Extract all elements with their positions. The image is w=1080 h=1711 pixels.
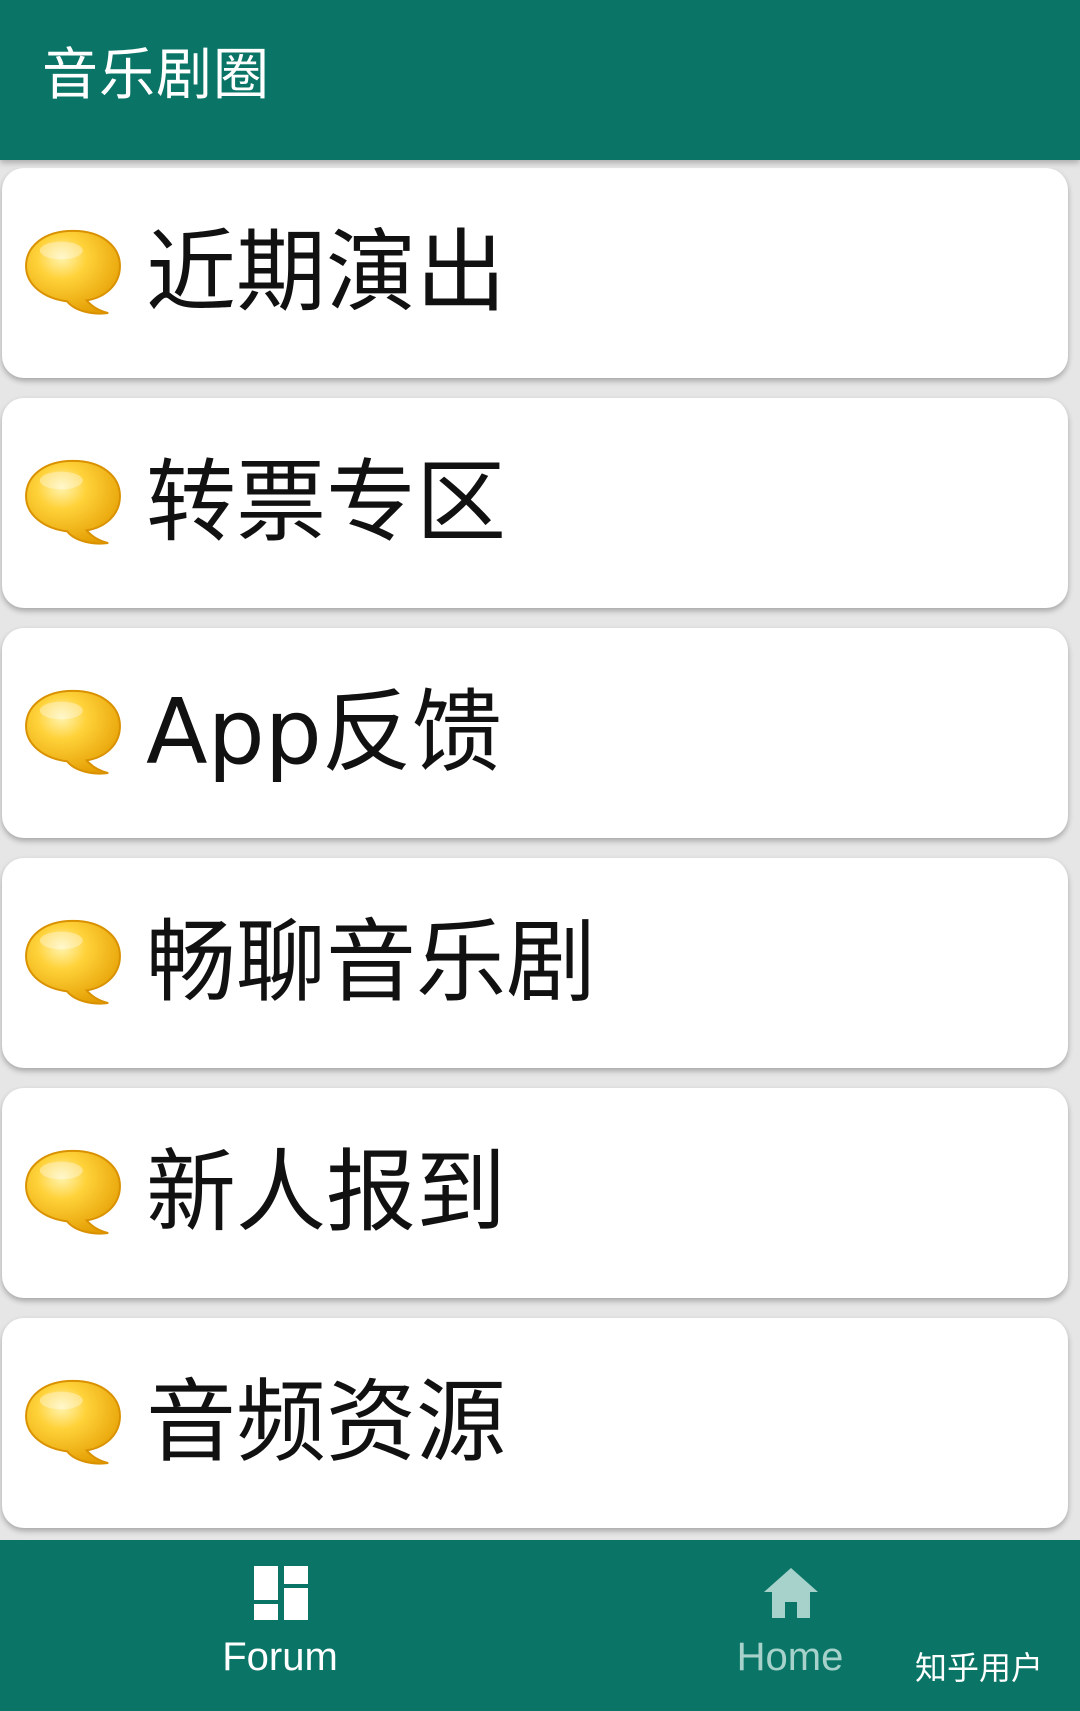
app-title: 音乐剧圈 <box>42 43 270 108</box>
nav-tab-forum[interactable]: Forum <box>170 1540 390 1711</box>
watermark-text: 知乎用户 <box>915 1649 1044 1687</box>
speech-bubble-icon <box>24 457 122 547</box>
forum-list: 近期演出 转票专区 App反馈 畅聊音乐剧 新人报到 音频资源 <box>0 168 1080 1538</box>
forum-card-label: 转票专区 <box>146 450 506 555</box>
forum-card-label: 音频资源 <box>146 1370 506 1475</box>
nav-tab-forum-label: Forum <box>222 1635 338 1679</box>
speech-bubble-icon <box>24 1147 122 1237</box>
nav-tab-home[interactable]: Home <box>680 1540 900 1711</box>
forum-card-label: 近期演出 <box>146 220 506 325</box>
speech-bubble-icon <box>24 227 122 317</box>
forum-card-newcomers[interactable]: 新人报到 <box>2 1088 1068 1298</box>
forum-card-ticket-transfer[interactable]: 转票专区 <box>2 398 1068 608</box>
nav-tab-home-label: Home <box>736 1635 844 1679</box>
forum-card-recent-shows[interactable]: 近期演出 <box>2 168 1068 378</box>
forum-card-audio-resources[interactable]: 音频资源 <box>2 1318 1068 1528</box>
forum-card-app-feedback[interactable]: App反馈 <box>2 628 1068 838</box>
speech-bubble-icon <box>24 917 122 1007</box>
speech-bubble-icon <box>24 1377 122 1467</box>
forum-card-label: 畅聊音乐剧 <box>146 910 596 1015</box>
home-icon <box>764 1568 818 1618</box>
forum-card-musical-chat[interactable]: 畅聊音乐剧 <box>2 858 1068 1068</box>
app-bar: 音乐剧圈 <box>0 0 1080 160</box>
forum-card-label: App反馈 <box>146 680 502 785</box>
forum-card-label: 新人报到 <box>146 1140 506 1245</box>
dashboard-grid-icon <box>254 1566 308 1620</box>
speech-bubble-icon <box>24 687 122 777</box>
